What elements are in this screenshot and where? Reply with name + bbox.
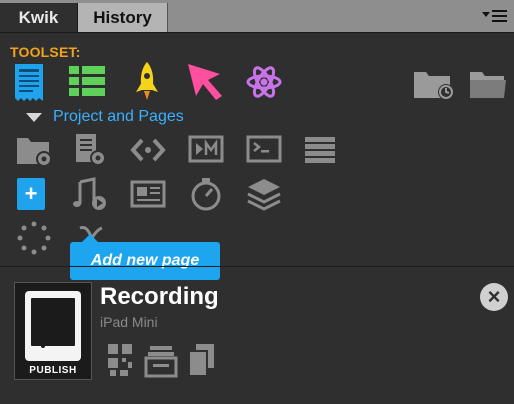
panel-menu-icon[interactable] <box>482 8 508 24</box>
project-title: Recording <box>100 283 219 310</box>
home-button-dot <box>41 344 45 348</box>
loading-spinner-icon[interactable] <box>16 220 52 256</box>
page-settings-icon[interactable] <box>72 132 108 168</box>
layers-icon[interactable] <box>246 176 282 212</box>
close-project-icon[interactable]: × <box>480 283 508 311</box>
folder-settings-icon[interactable] <box>16 132 52 168</box>
folder-clock-icon[interactable] <box>412 66 456 102</box>
code-tag-icon[interactable] <box>130 132 166 168</box>
rocket-icon[interactable] <box>132 60 162 102</box>
layers-stack-icon[interactable] <box>302 132 338 168</box>
table-grid-icon[interactable] <box>68 64 106 98</box>
inbox-tray-icon[interactable] <box>144 344 178 378</box>
qr-code-icon[interactable] <box>106 342 134 378</box>
publish-label: PUBLISH <box>29 365 77 376</box>
add-new-page-button[interactable]: + <box>17 178 45 210</box>
device-publish-button[interactable]: PUBLISH <box>14 282 92 380</box>
tab-history[interactable]: History <box>78 3 168 32</box>
audio-icon[interactable] <box>72 176 108 212</box>
section-collapse-icon[interactable] <box>26 113 42 122</box>
section-divider <box>0 266 514 267</box>
news-layout-icon[interactable] <box>130 176 166 212</box>
cursor-arrow-icon[interactable] <box>186 62 228 102</box>
add-new-page-tooltip: Add new page <box>70 234 220 280</box>
atom-icon[interactable] <box>245 63 283 101</box>
toolset-label: TOOLSET: <box>10 44 81 60</box>
plus-icon: + <box>24 181 38 206</box>
tab-kwik[interactable]: Kwik <box>0 3 78 32</box>
stopwatch-icon[interactable] <box>188 176 224 212</box>
media-player-icon[interactable] <box>188 132 224 168</box>
copy-pages-icon[interactable] <box>186 342 216 378</box>
terminal-icon[interactable] <box>246 132 282 168</box>
project-device: iPad Mini <box>100 314 158 330</box>
folder-open-icon[interactable] <box>468 66 508 102</box>
ipad-device-icon <box>25 291 81 361</box>
section-project-and-pages[interactable]: Project and Pages <box>53 108 184 126</box>
page-document-icon[interactable] <box>12 62 46 102</box>
